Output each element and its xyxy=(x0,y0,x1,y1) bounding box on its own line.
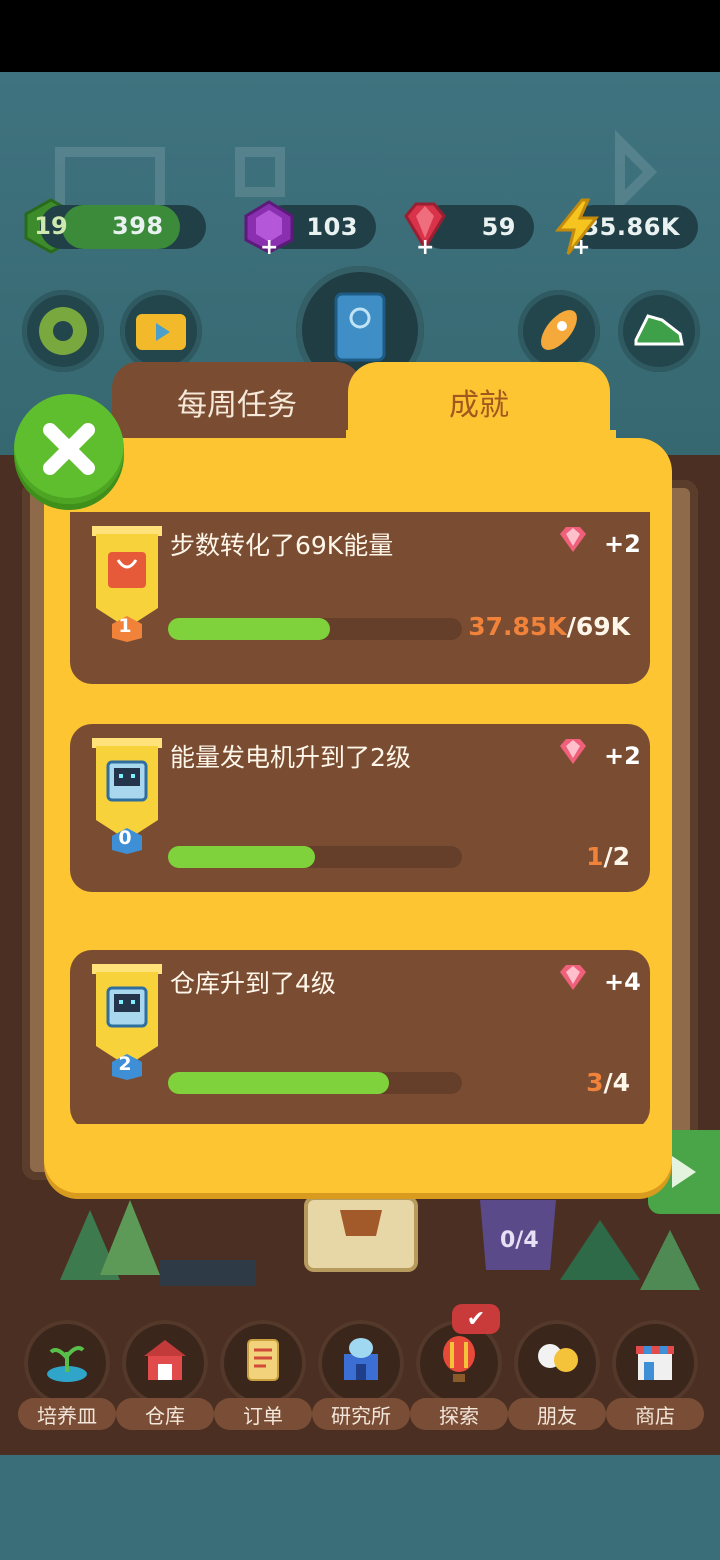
close-icon xyxy=(43,423,95,475)
sneaker-button[interactable] xyxy=(618,290,700,372)
purple-gem-icon[interactable]: + xyxy=(240,198,298,256)
svg-text:+: + xyxy=(416,235,434,256)
red-gem-value: 59 xyxy=(481,213,516,241)
svg-text:+: + xyxy=(572,235,590,256)
lab-icon xyxy=(344,1338,378,1380)
barn-icon xyxy=(144,1340,186,1380)
achievement-list[interactable]: 1 步数转化了69K能量 +2 37.85K/69K 0 能量发电机升到了2级 xyxy=(68,512,652,1124)
tv-icon xyxy=(136,314,186,350)
progress-text: 37.85K/69K xyxy=(468,612,630,641)
red-gem-icon xyxy=(560,527,586,552)
nav-label: 仓库 xyxy=(116,1398,214,1430)
red-gem-icon xyxy=(560,965,586,990)
progress-bar xyxy=(168,846,462,868)
progress-fill xyxy=(168,618,330,640)
close-button[interactable] xyxy=(14,394,124,504)
xp-value: 398 xyxy=(112,212,164,240)
achievement-card: 0 能量发电机升到了2级 +2 1/2 xyxy=(70,724,650,892)
balloon-icon xyxy=(443,1336,475,1382)
trees-decoration xyxy=(60,1196,700,1290)
nav-label: 探索 xyxy=(410,1398,508,1430)
achievement-level: 2 xyxy=(118,1053,132,1075)
rocket-button[interactable] xyxy=(518,290,600,372)
achievement-reward: +4 xyxy=(604,968,641,996)
achievement-title: 步数转化了69K能量 xyxy=(170,531,394,560)
red-gem-icon[interactable]: + xyxy=(396,198,454,256)
nav-item-warehouse[interactable]: 仓库 xyxy=(116,1320,214,1430)
purple-gem-value: 103 xyxy=(306,213,358,241)
achievement-level: 1 xyxy=(118,615,132,637)
nav-label: 朋友 xyxy=(508,1398,606,1430)
achievement-reward: +2 xyxy=(604,530,641,558)
lightning-icon[interactable]: + xyxy=(548,198,606,256)
scroll-icon xyxy=(247,1339,279,1381)
nav-item-lab[interactable]: 研究所 xyxy=(312,1320,410,1430)
level-value: 19 xyxy=(34,212,68,240)
progress-current: 37.85K xyxy=(468,612,567,641)
progress-current: 3 xyxy=(586,1068,604,1097)
nav-item-explore[interactable]: 探索 xyxy=(410,1320,508,1430)
red-gem-icon xyxy=(560,739,586,764)
shop-icon xyxy=(636,1346,674,1380)
progress-text: 1/2 xyxy=(586,842,630,871)
status-bar xyxy=(0,0,720,72)
sprout-icon xyxy=(47,1346,87,1382)
progress-current: 1 xyxy=(586,842,604,871)
achievement-reward: +2 xyxy=(604,742,641,770)
progress-total: /4 xyxy=(603,1068,630,1097)
progress-bar xyxy=(168,618,462,640)
tab-join xyxy=(346,430,616,470)
progress-total: /2 xyxy=(603,842,630,871)
trophy-counter: 0/4 xyxy=(500,1228,539,1253)
nav-label: 研究所 xyxy=(312,1398,410,1430)
settings-button[interactable] xyxy=(22,290,104,372)
progress-total: /69K xyxy=(566,612,630,641)
check-badge-icon: ✔ xyxy=(452,1304,500,1334)
progress-fill xyxy=(168,1072,389,1094)
video-ad-button[interactable] xyxy=(120,290,202,372)
svg-text:+: + xyxy=(260,235,278,256)
rocket-icon xyxy=(541,310,577,350)
nav-item-orders[interactable]: 订单 xyxy=(214,1320,312,1430)
achievement-title: 能量发电机升到了2级 xyxy=(170,743,411,772)
nav-item-shop[interactable]: 商店 xyxy=(606,1320,704,1430)
bottom-strip xyxy=(0,1455,720,1560)
achievement-title: 仓库升到了4级 xyxy=(170,969,336,998)
achievement-level: 0 xyxy=(118,827,132,849)
achievement-card: 1 步数转化了69K能量 +2 37.85K/69K xyxy=(70,512,650,684)
progress-text: 3/4 xyxy=(586,1068,630,1097)
progress-fill xyxy=(168,846,315,868)
nav-item-friends[interactable]: 朋友 xyxy=(508,1320,606,1430)
gear-icon xyxy=(39,307,87,355)
nav-label: 订单 xyxy=(214,1398,312,1430)
friends-icon xyxy=(538,1344,578,1372)
achievement-card: 2 仓库升到了4级 +4 3/4 xyxy=(70,950,650,1124)
nav-label: 商店 xyxy=(606,1398,704,1430)
sneaker-icon xyxy=(634,314,684,346)
nav-label: 培养皿 xyxy=(18,1398,116,1430)
nav-item-petri-dish[interactable]: 培养皿 xyxy=(18,1320,116,1430)
progress-bar xyxy=(168,1072,462,1094)
